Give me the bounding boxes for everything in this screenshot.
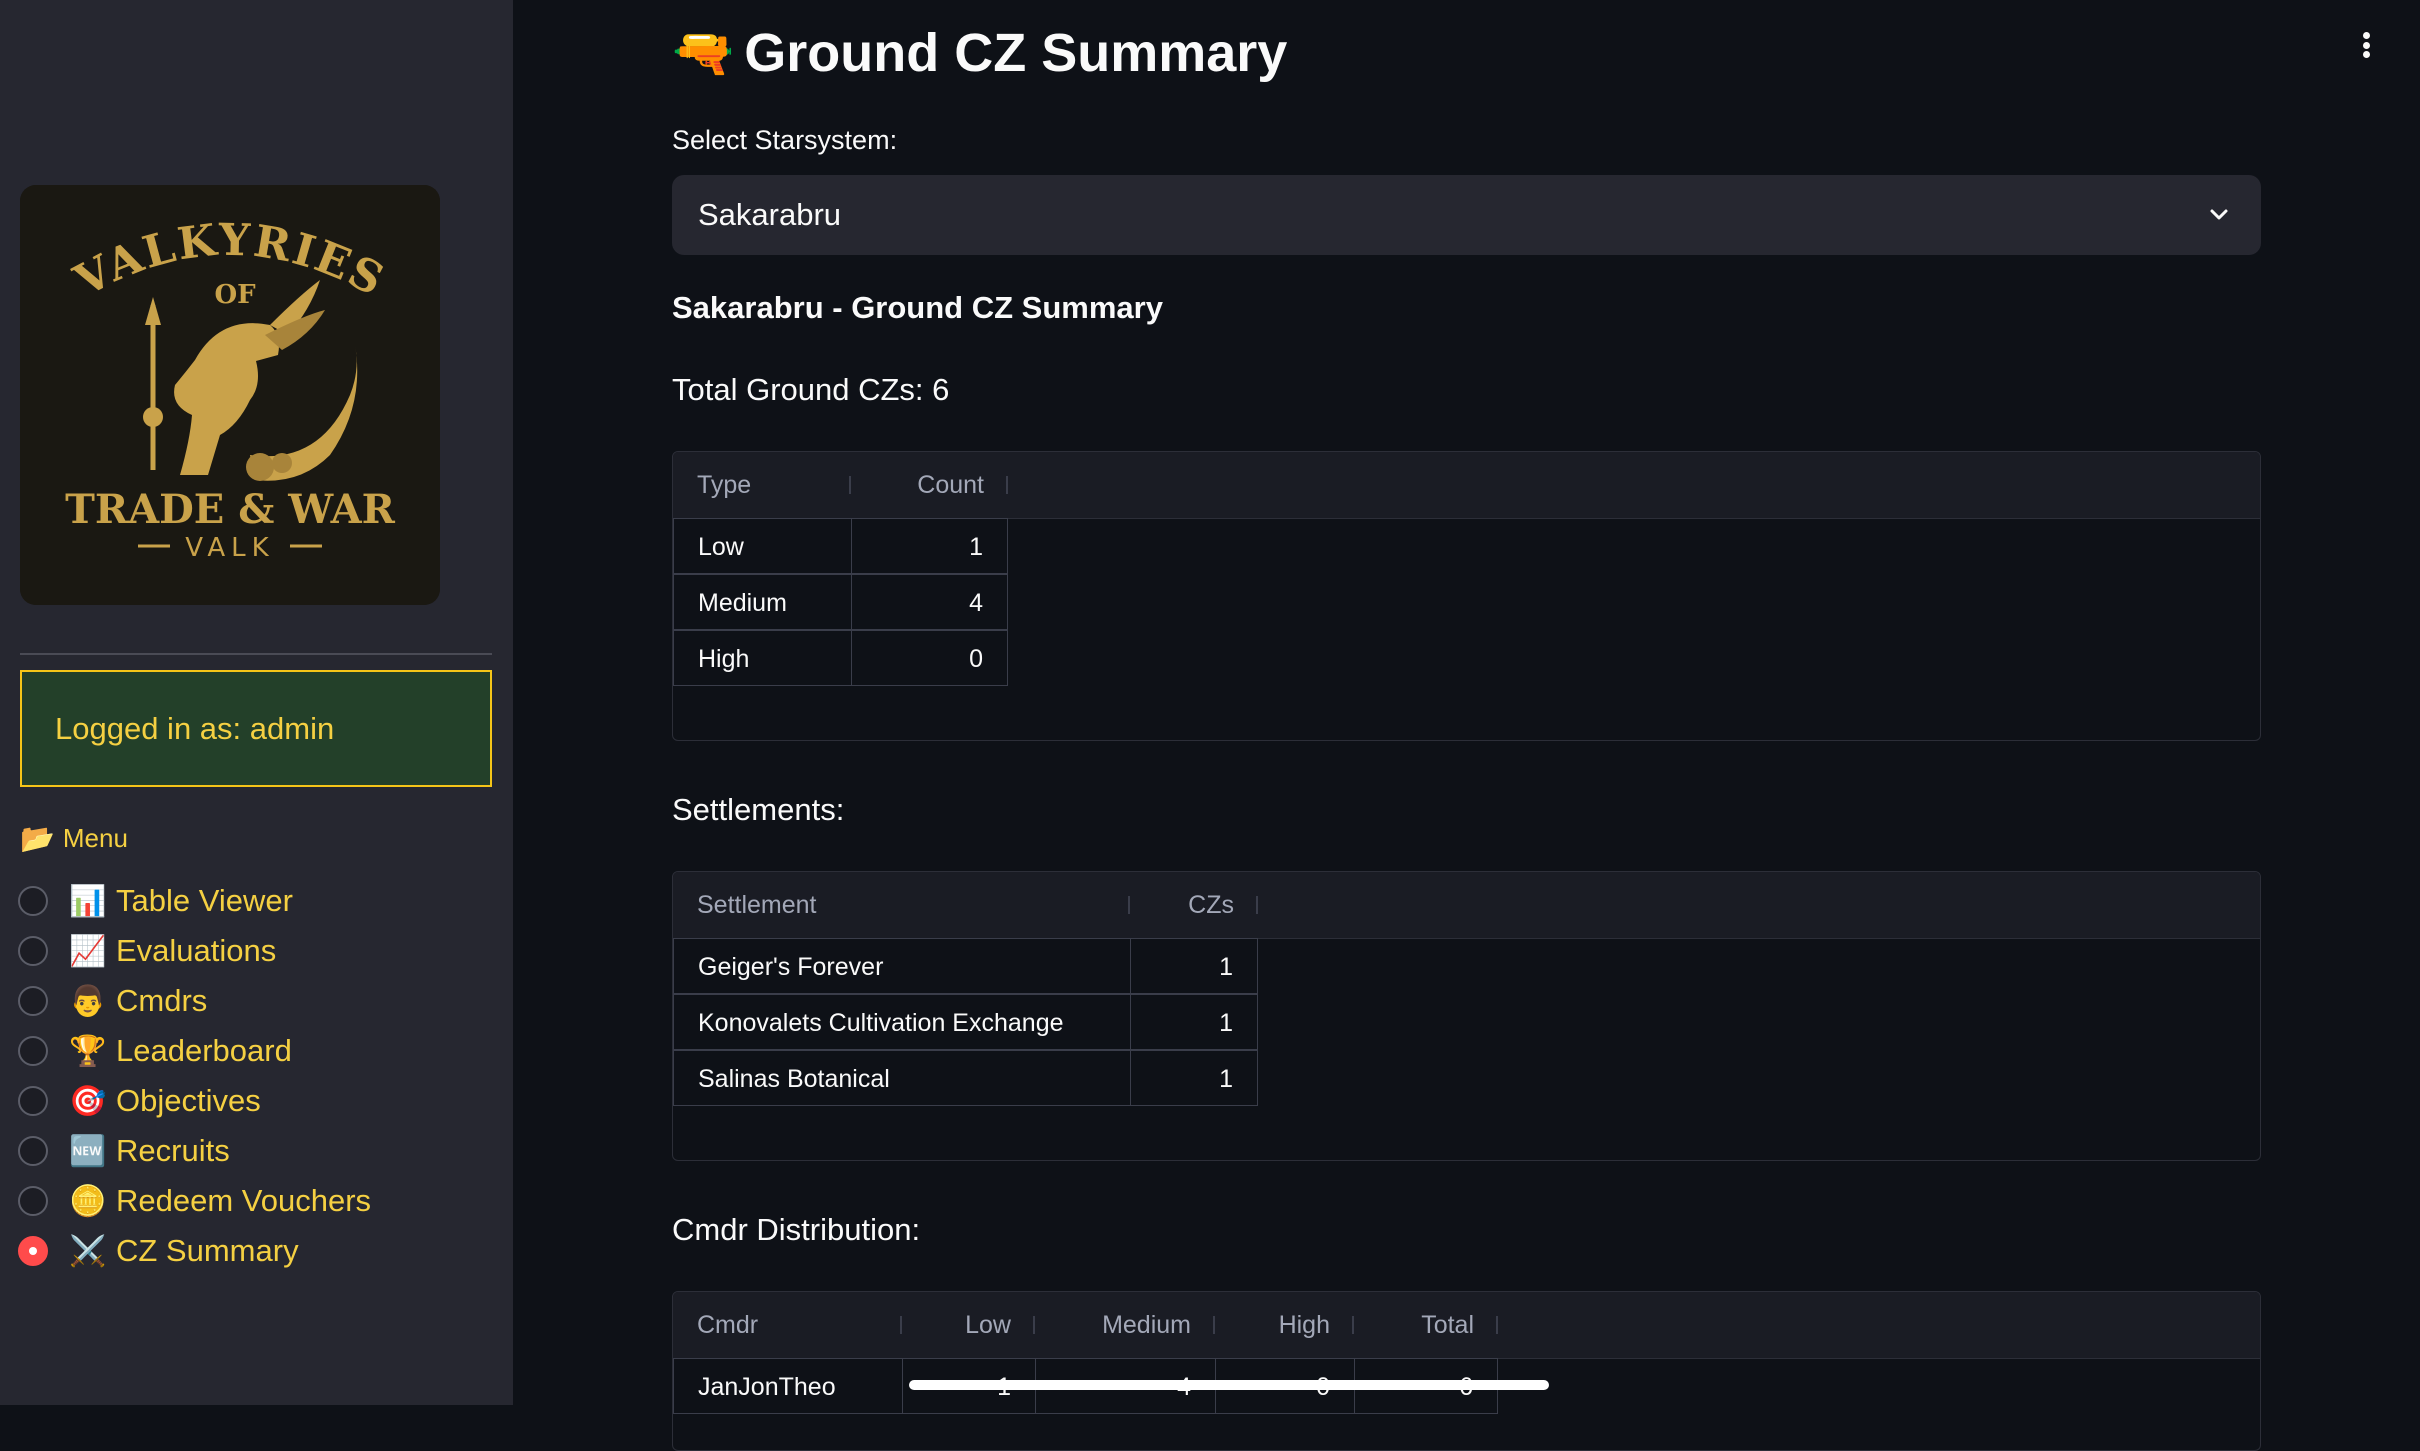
chevron-down-icon	[2210, 209, 2228, 220]
table-cell[interactable]: Geiger's Forever	[673, 938, 1131, 994]
sidebar-item-label: Recruits	[116, 1133, 230, 1168]
table-header: Type Count	[673, 452, 2260, 519]
valkyries-logo: VALKYRIES OF TRADE & WAR VALK	[20, 185, 440, 605]
column-header-total[interactable]: Total	[1354, 1292, 1498, 1358]
sidebar-item-evaluations[interactable]: 📈 Evaluations	[18, 926, 371, 976]
sidebar: VALKYRIES OF TRADE & WAR VALK Logged in …	[0, 0, 513, 1405]
radio-button[interactable]	[18, 1236, 48, 1266]
table-cell[interactable]: 1	[1130, 938, 1258, 994]
sidebar-item-label: CZ Summary	[116, 1233, 299, 1268]
target-icon: 🎯	[69, 1084, 107, 1118]
sidebar-divider	[20, 653, 492, 655]
cmdr-distribution-table[interactable]: Cmdr Low Medium High Total JanJonTheo140…	[672, 1291, 2261, 1451]
table-cell[interactable]: Low	[673, 518, 852, 574]
type-count-table[interactable]: Type Count Low 1 Medium 4 High 0	[672, 451, 2261, 741]
radio-button[interactable]	[18, 1036, 48, 1066]
sidebar-item-label: Redeem Vouchers	[116, 1183, 372, 1218]
column-header-medium[interactable]: Medium	[1035, 1292, 1215, 1358]
table-cell[interactable]: JanJonTheo	[673, 1358, 903, 1414]
page-title: 🔫 Ground CZ Summary	[672, 18, 1287, 88]
menu-title: Menu	[62, 823, 128, 853]
sidebar-item-label: Objectives	[116, 1083, 261, 1118]
column-header-cmdr[interactable]: Cmdr	[673, 1292, 902, 1358]
radio-button[interactable]	[18, 1136, 48, 1166]
table-cell[interactable]: 0	[851, 630, 1008, 686]
sidebar-nav: 📊 Table Viewer 📈 Evaluations 👨 Cmdrs 🏆 Leaderbo…	[18, 876, 371, 1276]
sidebar-item-label: Table Viewer	[116, 883, 293, 918]
radio-button[interactable]	[18, 936, 48, 966]
menu-header: 📂 Menu	[20, 822, 128, 855]
select-starsystem-label: Select Starsystem:	[672, 125, 898, 155]
person-icon: 👨	[69, 984, 107, 1018]
settlements-label: Settlements:	[672, 792, 845, 827]
logo-line2: OF	[214, 280, 256, 310]
page-title-text: Ground CZ Summary	[744, 23, 1288, 83]
starsystem-select[interactable]: Sakarabru	[672, 175, 2261, 255]
sidebar-item-recruits[interactable]: 🆕 Recruits	[18, 1126, 371, 1176]
logo-line4: VALK	[185, 533, 274, 563]
main-area: 🔫 Ground CZ Summary Select Starsystem: S…	[513, 0, 2420, 1451]
sidebar-item-label: Leaderboard	[116, 1033, 292, 1068]
sidebar-item-redeem-vouchers[interactable]: 🪙 Redeem Vouchers	[18, 1176, 371, 1226]
sidebar-item-table-viewer[interactable]: 📊 Table Viewer	[18, 876, 371, 926]
new-badge-icon: 🆕	[69, 1134, 107, 1168]
folder-icon: 📂	[20, 823, 55, 854]
table-header: Cmdr Low Medium High Total	[673, 1292, 2260, 1359]
sidebar-item-leaderboard[interactable]: 🏆 Leaderboard	[18, 1026, 371, 1076]
summary-subheading: Sakarabru - Ground CZ Summary	[672, 290, 1163, 325]
login-status-box: Logged in as: admin	[20, 670, 492, 787]
valkyrie-emblem-icon: VALKYRIES OF TRADE & WAR VALK	[20, 185, 440, 605]
table-cell[interactable]: Medium	[673, 574, 852, 630]
trophy-icon: 🏆	[69, 1034, 107, 1068]
coin-icon: 🪙	[69, 1184, 107, 1218]
crossed-swords-icon: ⚔️	[69, 1234, 107, 1268]
column-header-type[interactable]: Type	[673, 452, 851, 518]
cmdr-distribution-label: Cmdr Distribution:	[672, 1212, 921, 1247]
table-cell[interactable]: High	[673, 630, 852, 686]
more-options-icon[interactable]	[2362, 32, 2370, 58]
horizontal-scrollbar[interactable]	[909, 1380, 1549, 1390]
table-header: Settlement CZs	[673, 872, 2260, 939]
table-cell[interactable]: Salinas Botanical	[673, 1050, 1131, 1106]
sidebar-item-cz-summary[interactable]: ⚔️ CZ Summary	[18, 1226, 371, 1276]
radio-button[interactable]	[18, 1186, 48, 1216]
sidebar-item-cmdrs[interactable]: 👨 Cmdrs	[18, 976, 371, 1026]
radio-button[interactable]	[18, 886, 48, 916]
bar-chart-icon: 📊	[69, 884, 107, 918]
sidebar-item-objectives[interactable]: 🎯 Objectives	[18, 1076, 371, 1126]
sidebar-item-label: Cmdrs	[116, 983, 208, 1018]
settlements-table[interactable]: Settlement CZs Geiger's Forever 1 Konovale…	[672, 871, 2261, 1161]
table-cell[interactable]: 4	[851, 574, 1008, 630]
sidebar-item-label: Evaluations	[116, 933, 277, 968]
login-status-text: Logged in as: admin	[55, 711, 335, 746]
logo-line3: TRADE & WAR	[65, 486, 396, 533]
column-header-high[interactable]: High	[1215, 1292, 1354, 1358]
column-header-count[interactable]: Count	[851, 452, 1008, 518]
table-cell[interactable]: 1	[851, 518, 1008, 574]
table-cell[interactable]: 1	[1130, 1050, 1258, 1106]
radio-button[interactable]	[18, 1086, 48, 1116]
radio-button[interactable]	[18, 986, 48, 1016]
table-cell[interactable]: Konovalets Cultivation Exchange	[673, 994, 1131, 1050]
column-header-settlement[interactable]: Settlement	[673, 872, 1130, 938]
column-header-czs[interactable]: CZs	[1130, 872, 1258, 938]
pistol-icon: 🔫	[672, 24, 735, 81]
total-ground-czs: Total Ground CZs: 6	[672, 372, 950, 407]
table-cell[interactable]: 1	[1130, 994, 1258, 1050]
column-header-low[interactable]: Low	[902, 1292, 1035, 1358]
starsystem-select-value: Sakarabru	[698, 197, 842, 232]
trend-chart-icon: 📈	[69, 934, 107, 968]
